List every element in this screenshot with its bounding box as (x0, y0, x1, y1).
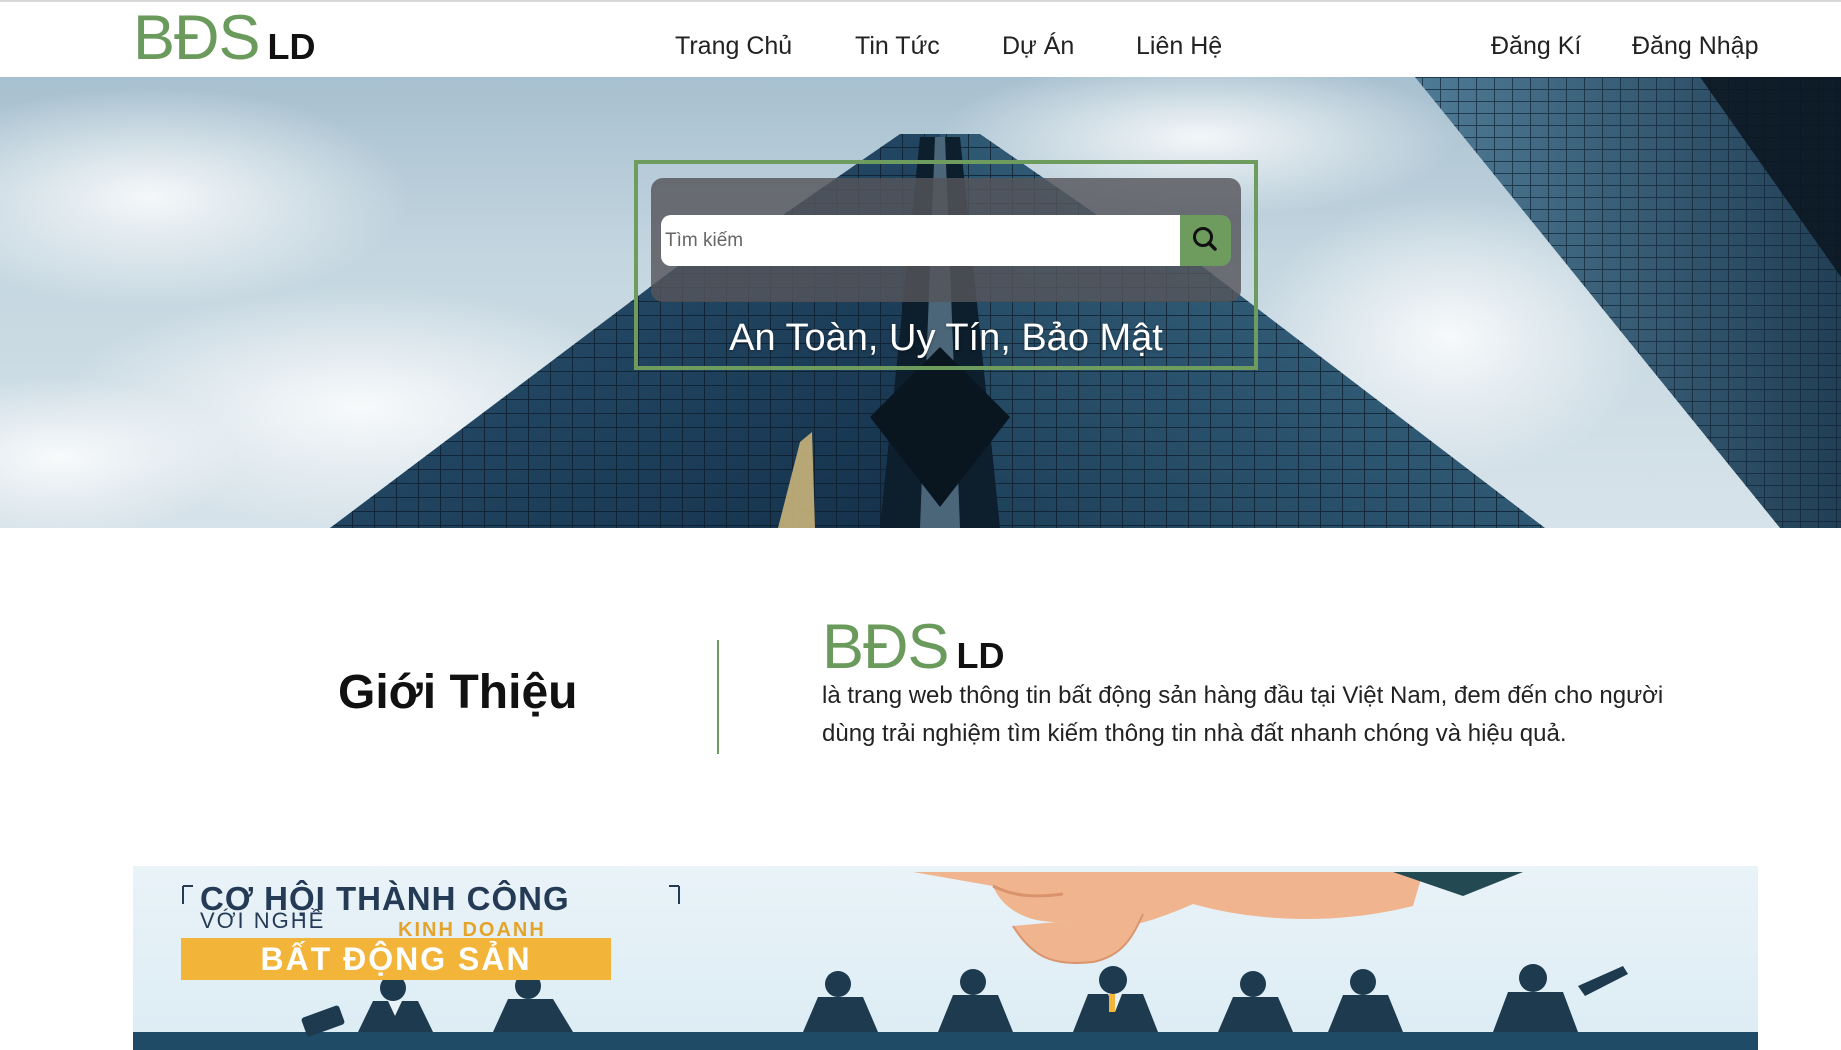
intro-logo-main-text: BĐS (822, 612, 950, 682)
nav-item-projects[interactable]: Dự Án (1002, 32, 1074, 61)
banner-line1: VỚI NGHỀ (200, 908, 326, 933)
nav-item-news[interactable]: Tin Tức (855, 32, 940, 61)
intro-description: là trang web thông tin bất động sản hàng… (822, 682, 1664, 747)
login-link[interactable]: Đăng Nhập (1632, 32, 1758, 61)
intro-title: Giới Thiệu (338, 666, 578, 719)
search-input[interactable] (661, 215, 1181, 266)
logo-sub-text: LD (267, 26, 316, 67)
intro-logo-sub-text: LD (956, 635, 1005, 676)
intro-logo: BĐS LD (822, 613, 1005, 681)
nav-item-home[interactable]: Trang Chủ (675, 32, 792, 61)
banner-badge-text: BẤT ĐỘNG SẢN (260, 941, 532, 977)
hero-banner: An Toàn, Uy Tín, Bảo Mật (0, 77, 1841, 528)
banner-badge: BẤT ĐỘNG SẢN (181, 938, 611, 980)
site-logo[interactable]: BĐS LD (133, 4, 316, 72)
register-link[interactable]: Đăng Kí (1491, 32, 1581, 61)
hero-tagline: An Toàn, Uy Tín, Bảo Mật (729, 317, 1163, 359)
nav-item-contact[interactable]: Liên Hệ (1136, 32, 1222, 61)
search-icon (1193, 227, 1217, 251)
site-header: BĐS LD Trang Chủ Tin Tức Dự Án Liên Hệ Đ… (0, 0, 1841, 77)
intro-divider (717, 640, 719, 754)
search-button[interactable] (1180, 215, 1231, 266)
logo-main-text: BĐS (133, 3, 261, 73)
promo-banner[interactable]: CƠ HỘI THÀNH CÔNG VỚI NGHỀ KINH DOANH BẤ… (133, 866, 1758, 1050)
